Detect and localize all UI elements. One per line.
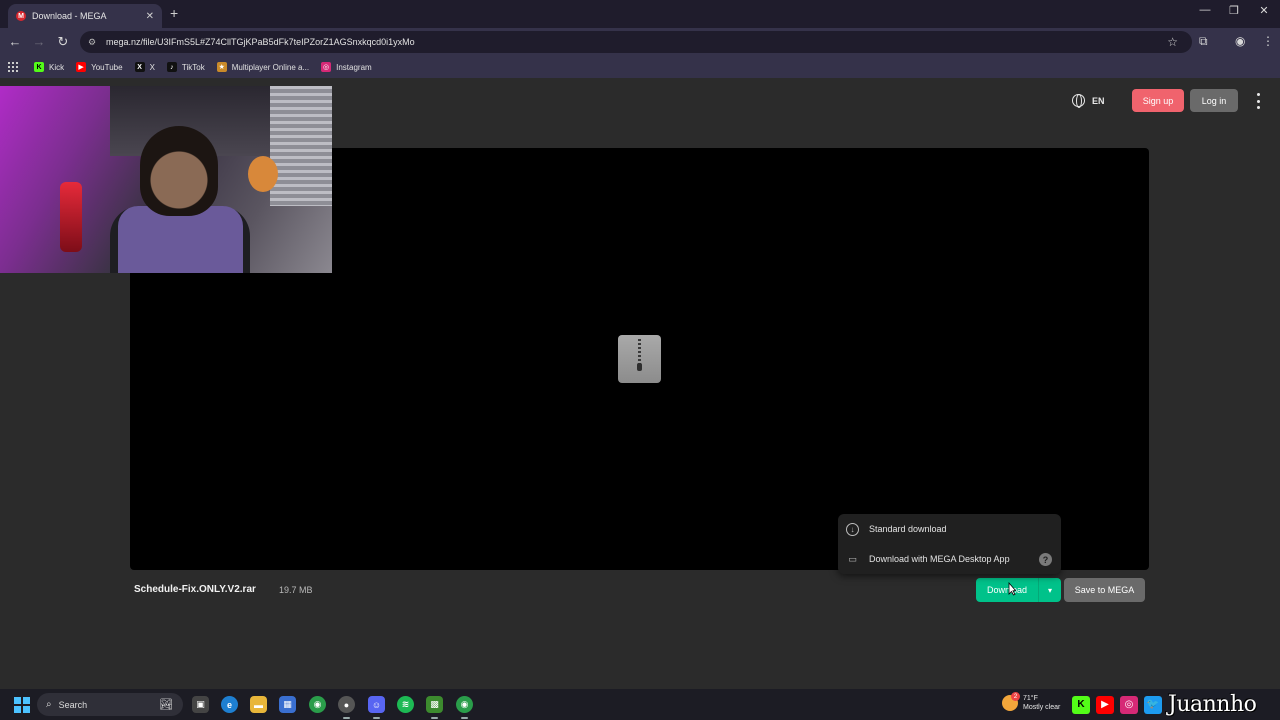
tab-download-mega[interactable]: M Download - MEGA ✕ bbox=[8, 4, 162, 28]
bookmark-multiplayer[interactable]: ★ Multiplayer Online a... bbox=[216, 62, 309, 72]
window-close-icon[interactable]: ✕ bbox=[1249, 4, 1279, 17]
windows-taskbar: ⌕ Search 🏞 ▣ e ▬ ▦ ◉ ● ☺ ≋ ▩ ◉ 2 71°F Mos… bbox=[0, 689, 1280, 720]
instagram-icon: ◎ bbox=[321, 62, 332, 72]
restore-icon[interactable]: ❐ bbox=[1219, 4, 1249, 17]
sign-up-button[interactable]: Sign up bbox=[1132, 89, 1184, 112]
stream-social-overlay: K ▶ ◎ 🐦 Juannho bbox=[1072, 692, 1257, 717]
file-name: Schedule-Fix.ONLY.V2.rar bbox=[134, 584, 256, 595]
new-tab-button[interactable]: + bbox=[170, 5, 178, 21]
back-icon[interactable]: ← bbox=[5, 34, 25, 49]
more-options-icon[interactable] bbox=[1254, 93, 1262, 109]
bookmarks-bar: K Kick ▶ YouTube XX ♪ TikTok ★ Multiplayer O… bbox=[0, 56, 1280, 78]
download-options-chevron-icon[interactable]: ▾ bbox=[1038, 578, 1061, 602]
menu-item-standard-download[interactable]: ↓ Standard download bbox=[838, 515, 1061, 543]
weather-temp: 71°F bbox=[1023, 695, 1038, 702]
bookmark-youtube[interactable]: ▶ YouTube bbox=[76, 62, 123, 72]
site-info-icon[interactable]: ⚙ bbox=[88, 37, 98, 47]
chrome-profile-icon[interactable]: ◉ bbox=[456, 696, 473, 719]
mega-favicon-icon: M bbox=[16, 11, 26, 21]
save-to-mega-button[interactable]: Save to MEGA bbox=[1064, 578, 1145, 602]
streamer-image bbox=[140, 126, 218, 216]
minecraft-icon[interactable]: ▩ bbox=[426, 696, 443, 719]
tab-title: Download - MEGA bbox=[32, 11, 107, 21]
file-size: 19.7 MB bbox=[279, 585, 313, 595]
weather-badge: 2 bbox=[1011, 692, 1020, 701]
forward-icon[interactable]: → bbox=[29, 34, 49, 49]
download-button[interactable]: Download bbox=[976, 578, 1038, 602]
tiktok-icon: ♪ bbox=[166, 62, 177, 72]
file-info-bar: Schedule-Fix.ONLY.V2.rar 19.7 MB Downloa… bbox=[130, 573, 1149, 609]
language-selector[interactable]: EN bbox=[1072, 94, 1105, 108]
download-icon: ↓ bbox=[846, 522, 859, 536]
tab-close-icon[interactable]: ✕ bbox=[146, 11, 154, 22]
kick-icon: K bbox=[34, 62, 44, 72]
log-in-button[interactable]: Log in bbox=[1190, 89, 1238, 112]
taskbar-search-label: Search bbox=[58, 699, 88, 710]
globe-icon bbox=[1072, 94, 1085, 108]
windows-start-icon[interactable] bbox=[14, 697, 30, 713]
reload-icon[interactable]: ↻ bbox=[53, 34, 73, 50]
x-icon: X bbox=[134, 62, 145, 72]
taskbar-search[interactable]: ⌕ Search 🏞 bbox=[37, 693, 183, 716]
weather-icon: 2 bbox=[1002, 692, 1020, 711]
bookmark-star-icon[interactable]: ☆ bbox=[1167, 35, 1178, 49]
search-icon: ⌕ bbox=[46, 699, 52, 710]
profile-avatar-icon[interactable]: ◉ bbox=[1235, 34, 1245, 48]
language-label: EN bbox=[1092, 95, 1105, 106]
spotify-icon[interactable]: ≋ bbox=[397, 696, 414, 713]
archive-file-icon bbox=[618, 335, 661, 383]
multiplayer-icon: ★ bbox=[216, 62, 227, 72]
webcam-overlay bbox=[0, 86, 332, 273]
kick-logo-icon: K bbox=[1072, 695, 1090, 714]
obs-icon[interactable]: ● bbox=[338, 696, 355, 719]
microphone-image bbox=[60, 182, 82, 252]
bookmark-tiktok[interactable]: ♪ TikTok bbox=[166, 62, 205, 72]
cast-icon[interactable]: ⧉ bbox=[1199, 34, 1208, 49]
laptop-icon: ▭ bbox=[848, 553, 857, 564]
instagram-logo-icon: ◎ bbox=[1120, 695, 1138, 714]
help-icon[interactable]: ? bbox=[1039, 553, 1052, 566]
store-icon[interactable]: ▦ bbox=[279, 696, 296, 713]
bookmark-x[interactable]: XX bbox=[134, 62, 155, 72]
edge-icon[interactable]: e bbox=[221, 696, 238, 713]
minimize-icon[interactable]: — bbox=[1190, 4, 1220, 16]
apps-grid-icon[interactable] bbox=[8, 62, 18, 72]
search-highlight-icon: 🏞 bbox=[159, 699, 173, 711]
bookmark-instagram[interactable]: ◎ Instagram bbox=[321, 62, 372, 72]
bookmark-kick[interactable]: K Kick bbox=[34, 62, 64, 72]
download-button-group: Download ▾ bbox=[976, 578, 1061, 602]
menu-item-desktop-app-download[interactable]: ▭ Download with MEGA Desktop App ? bbox=[838, 545, 1061, 573]
browser-toolbar: ← → ↻ ⚙ mega.nz/file/U3IFmS5L#Z74CllTGjK… bbox=[0, 28, 1280, 56]
address-bar[interactable]: ⚙ mega.nz/file/U3IFmS5L#Z74CllTGjKPaB5dF… bbox=[80, 31, 1192, 53]
url-text: mega.nz/file/U3IFmS5L#Z74CllTGjKPaB5dFk7… bbox=[106, 37, 415, 47]
twitter-logo-icon: 🐦 bbox=[1144, 695, 1162, 714]
file-explorer-icon[interactable]: ▬ bbox=[250, 696, 267, 713]
youtube-logo-icon: ▶ bbox=[1096, 695, 1114, 714]
mouse-cursor-icon bbox=[1008, 582, 1016, 596]
weather-widget[interactable]: 2 71°F Mostly clear bbox=[1002, 692, 1061, 712]
download-options-menu: ↓ Standard download ▭ Download with MEGA… bbox=[838, 514, 1061, 574]
discord-icon[interactable]: ☺ bbox=[368, 696, 385, 719]
browser-menu-icon[interactable]: ⋮ bbox=[1262, 34, 1274, 48]
youtube-icon: ▶ bbox=[76, 62, 87, 72]
chrome-icon[interactable]: ◉ bbox=[309, 696, 326, 713]
browser-tab-bar: M Download - MEGA ✕ + — ❐ ✕ bbox=[0, 0, 1280, 28]
task-view-icon[interactable]: ▣ bbox=[192, 696, 209, 713]
weather-desc: Mostly clear bbox=[1023, 704, 1061, 711]
streamer-handle: Juannho bbox=[1168, 692, 1257, 717]
